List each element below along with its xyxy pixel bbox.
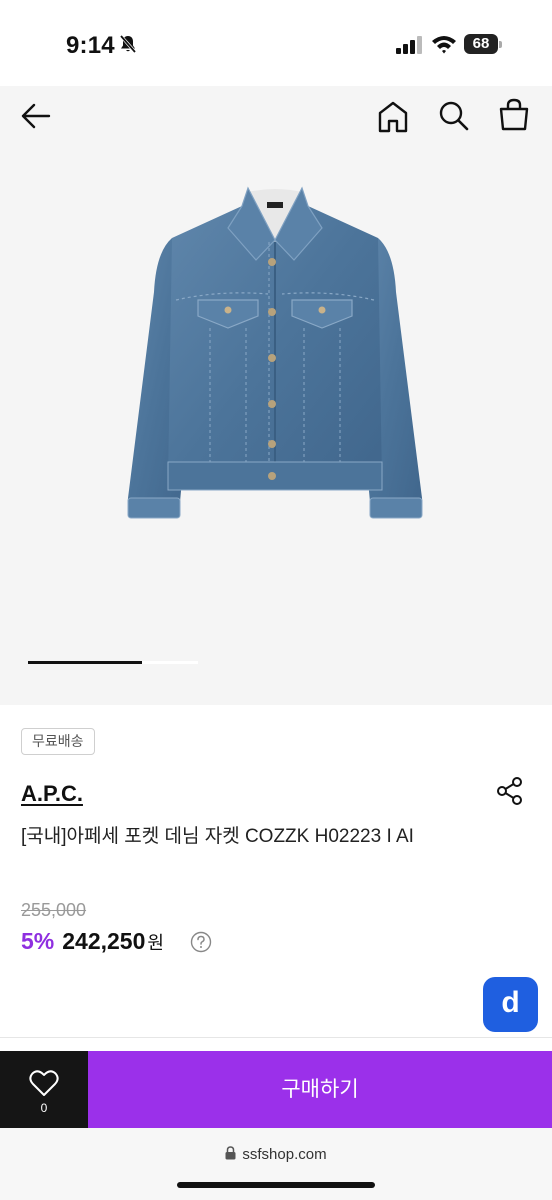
back-arrow-icon[interactable]: [20, 102, 52, 130]
original-price: 255,000: [21, 900, 87, 920]
battery-tip: [499, 41, 502, 48]
url-bar[interactable]: ssfshop.com: [0, 1146, 552, 1163]
carousel-progress-track: [28, 661, 198, 664]
shopping-bag-icon[interactable]: [498, 98, 530, 132]
product-page: 9:14 68 무료배송 A.P.C. [국내]아페세 포켓 데님 자켓 COZ…: [0, 0, 552, 1200]
home-icon[interactable]: [377, 100, 409, 134]
buy-button[interactable]: 구매하기: [88, 1051, 552, 1128]
bottom-action-bar: 0 구매하기: [0, 1051, 552, 1128]
price-row: 5% 242,250 원: [21, 928, 164, 958]
wifi-icon: [432, 36, 456, 54]
battery-icon: 68: [464, 34, 502, 54]
battery-level: 68: [472, 35, 490, 52]
product-name: [국내]아페세 포켓 데님 자켓 COZZK H02223 I AI: [21, 826, 414, 847]
status-bar: 9:14 68: [0, 0, 552, 86]
home-indicator: [177, 1182, 375, 1188]
status-time: 9:14: [66, 32, 115, 59]
signal-icon: [396, 36, 422, 54]
lock-icon: [225, 1146, 236, 1160]
share-icon[interactable]: [496, 776, 524, 806]
bell-slash-icon: [119, 34, 137, 54]
discount-rate: 5%: [21, 928, 55, 954]
heart-icon: [29, 1070, 59, 1096]
brand-link[interactable]: A.P.C.: [21, 781, 83, 807]
product-image-carousel[interactable]: [0, 86, 552, 705]
url-text: ssfshop.com: [242, 1146, 327, 1163]
wishlist-button[interactable]: 0: [0, 1051, 88, 1128]
currency-unit: 원: [147, 933, 164, 953]
search-icon[interactable]: [438, 100, 470, 132]
wishlist-count: 0: [40, 1101, 48, 1115]
sale-price: 242,250: [62, 928, 146, 954]
browser-bar: ssfshop.com: [0, 1128, 552, 1200]
floating-app-button[interactable]: d: [483, 977, 538, 1032]
divider: [0, 1037, 552, 1038]
denim-jacket-image: [127, 186, 423, 519]
carousel-progress-fill: [28, 661, 142, 664]
question-mark-icon[interactable]: [190, 931, 212, 953]
free-shipping-badge: 무료배송: [21, 728, 95, 755]
